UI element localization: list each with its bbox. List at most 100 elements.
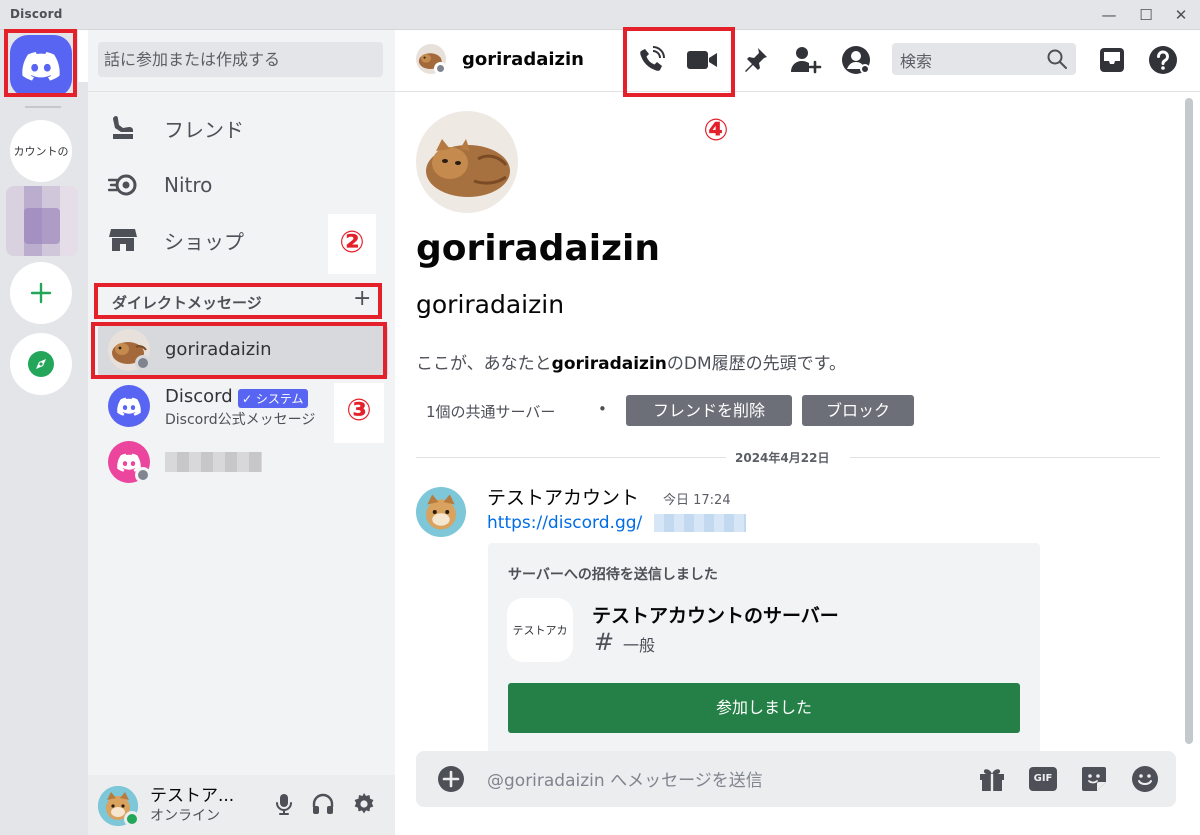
upload-button[interactable] xyxy=(436,764,466,794)
search-icon xyxy=(1047,49,1067,69)
headphones-icon xyxy=(312,793,334,814)
plus-circle-icon xyxy=(438,766,464,792)
invite-icon-text: テストアカ xyxy=(512,624,568,637)
joined-button[interactable]: 参加しました xyxy=(508,683,1020,733)
date-divider-right xyxy=(850,457,1160,458)
mutual-servers-link[interactable]: 1個の共通サーバー xyxy=(426,401,555,422)
profile-avatar[interactable] xyxy=(416,111,518,213)
nitro-icon xyxy=(104,174,142,196)
voice-call-button[interactable] xyxy=(635,44,667,76)
offline-status-icon xyxy=(135,355,151,371)
gif-icon: GIF xyxy=(1029,767,1057,791)
microphone-button[interactable] xyxy=(272,792,296,816)
profile-username: goriradaizin xyxy=(416,290,565,319)
nav-nitro[interactable]: Nitro xyxy=(104,161,386,209)
annotation-number-2: ② xyxy=(328,214,376,274)
video-call-button[interactable] xyxy=(686,44,718,76)
desc-post: のDM履歴の先頭です。 xyxy=(666,354,846,374)
offline-status-icon xyxy=(135,467,151,483)
nav-shop-label: ショップ xyxy=(164,229,244,254)
gif-button[interactable]: GIF xyxy=(1028,764,1058,794)
dm-beginning-text: ここが、あなたとgoriradaizinのDM履歴の先頭です。 xyxy=(416,349,846,374)
close-button[interactable]: ✕ xyxy=(1167,4,1195,26)
server-account-label: カウントの xyxy=(13,145,69,158)
settings-button[interactable] xyxy=(352,792,376,816)
invite-server-name[interactable]: テストアカウントのサーバー xyxy=(592,601,839,628)
add-friends-to-dm-button[interactable] xyxy=(790,44,822,76)
online-status-icon xyxy=(124,811,140,827)
message-timestamp: 今日 17:24 xyxy=(663,493,731,508)
dm-sidebar-divider xyxy=(88,91,395,92)
user-profile-icon xyxy=(842,46,870,74)
plus-icon xyxy=(30,282,52,304)
gift-icon xyxy=(980,769,1004,791)
discord-avatar xyxy=(108,385,150,427)
compass-icon xyxy=(28,351,54,377)
shop-icon xyxy=(104,227,142,253)
annotation-box-1 xyxy=(4,29,77,97)
window-titlebar xyxy=(0,0,1200,30)
hashtag-icon: # xyxy=(594,628,615,656)
search-icon-wrap xyxy=(1047,49,1067,69)
date-divider-label: 2024年4月22日 xyxy=(735,451,830,465)
add-user-icon xyxy=(791,47,822,74)
invite-server-icon: テストアカ xyxy=(507,598,573,662)
mutual-dot: • xyxy=(598,400,607,418)
user-profile-button[interactable] xyxy=(840,44,872,76)
maximize-button[interactable]: ☐ xyxy=(1132,4,1160,26)
user-name: テストア... xyxy=(150,786,235,806)
emoji-button[interactable] xyxy=(1130,764,1160,794)
inbox-icon xyxy=(1100,48,1124,72)
minimize-button[interactable]: — xyxy=(1095,4,1123,26)
message-author-avatar[interactable] xyxy=(416,487,466,537)
sticker-button[interactable] xyxy=(1079,764,1109,794)
invite-title: サーバーへの招待を送信しました xyxy=(508,567,718,583)
inbox-button[interactable] xyxy=(1096,44,1128,76)
find-conversation-input[interactable]: 話に参加または作成する xyxy=(98,42,383,77)
server-icon-account[interactable]: カウントの xyxy=(10,120,72,182)
sticker-icon xyxy=(1082,767,1106,791)
user-status: オンライン xyxy=(150,808,220,824)
headphones-button[interactable] xyxy=(311,792,335,816)
dm-name-goriradaizin: goriradaizin xyxy=(165,339,272,360)
pin-icon xyxy=(745,48,767,72)
gear-icon xyxy=(354,793,374,814)
phone-call-icon xyxy=(640,46,665,71)
explore-servers-button[interactable] xyxy=(10,333,72,395)
annotation-number-4: ④ xyxy=(688,108,744,154)
search-placeholder: 検索 xyxy=(900,52,933,71)
video-camera-icon xyxy=(687,51,717,69)
pinned-messages-button[interactable] xyxy=(739,44,771,76)
dm-sub-discord: Discord公式メッセージ xyxy=(165,412,316,428)
gift-button[interactable] xyxy=(977,764,1007,794)
nav-friends-label: フレンド xyxy=(164,117,244,142)
emoji-icon xyxy=(1132,766,1158,792)
desc-pre: ここが、あなたと xyxy=(416,354,552,374)
offline-status-icon xyxy=(434,62,447,75)
date-divider-left xyxy=(416,457,726,458)
remove-friend-button[interactable]: フレンドを削除 xyxy=(626,395,792,426)
desc-name: goriradaizin xyxy=(551,354,667,374)
invite-link[interactable]: https://discord.gg/ xyxy=(487,513,642,533)
block-button[interactable]: ブロック xyxy=(802,395,914,426)
chat-scrollbar-thumb[interactable] xyxy=(1185,98,1193,744)
nav-friends[interactable]: フレンド xyxy=(104,104,386,152)
help-icon xyxy=(1149,46,1177,74)
dm-name-discord: Discord xyxy=(165,386,233,407)
message-author[interactable]: テストアカウント xyxy=(487,483,639,510)
invite-channel-name: 一般 xyxy=(623,636,656,655)
create-dm-button[interactable]: + xyxy=(353,286,371,311)
nav-nitro-label: Nitro xyxy=(164,173,213,197)
blurred-dm-name xyxy=(165,452,262,472)
app-title: Discord xyxy=(10,7,63,21)
discord-logo-icon xyxy=(117,397,141,416)
dm-header-label: ダイレクトメッセージ xyxy=(112,294,262,312)
friends-icon xyxy=(104,115,142,141)
rail-separator xyxy=(25,106,61,108)
server-icon-blurred[interactable] xyxy=(6,186,78,256)
add-server-button[interactable] xyxy=(10,262,72,324)
header-name: goriradaizin xyxy=(462,49,584,70)
microphone-icon xyxy=(276,794,292,815)
help-button[interactable] xyxy=(1147,44,1179,76)
invite-link-blurred xyxy=(654,514,746,532)
